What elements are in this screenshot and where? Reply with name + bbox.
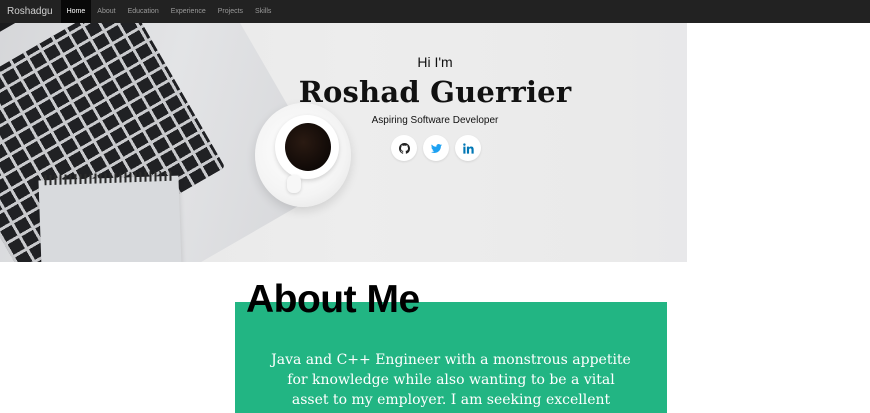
top-navbar: Roshadgu Home About Education Experience… bbox=[0, 0, 870, 23]
navbar-brand[interactable]: Roshadgu bbox=[0, 0, 61, 23]
linkedin-button[interactable] bbox=[455, 135, 481, 161]
hero-subtitle: Aspiring Software Developer bbox=[371, 115, 499, 126]
nav-item-education[interactable]: Education bbox=[122, 0, 165, 23]
nav-item-projects[interactable]: Projects bbox=[212, 0, 249, 23]
hero-name: Roshad Guerrier bbox=[298, 75, 572, 109]
about-title: About Me bbox=[246, 278, 420, 321]
nav-item-home[interactable]: Home bbox=[60, 0, 92, 23]
github-button[interactable] bbox=[391, 135, 417, 161]
twitter-button[interactable] bbox=[423, 135, 449, 161]
linkedin-icon bbox=[462, 142, 474, 154]
twitter-icon bbox=[430, 143, 442, 153]
social-links bbox=[391, 135, 481, 161]
coffee-cup-handle bbox=[287, 175, 301, 193]
coffee-image bbox=[285, 123, 331, 171]
nav-item-experience[interactable]: Experience bbox=[165, 0, 212, 23]
hero-greeting: Hi I'm bbox=[417, 54, 453, 70]
about-text: Java and C++ Engineer with a monstrous a… bbox=[271, 352, 631, 408]
notepad-image bbox=[38, 170, 182, 262]
nav-item-about[interactable]: About bbox=[91, 0, 121, 23]
hero-banner: Hi I'm Roshad Guerrier Aspiring Software… bbox=[0, 23, 870, 262]
github-icon bbox=[398, 142, 410, 154]
nav-item-skills[interactable]: Skills bbox=[249, 0, 277, 23]
